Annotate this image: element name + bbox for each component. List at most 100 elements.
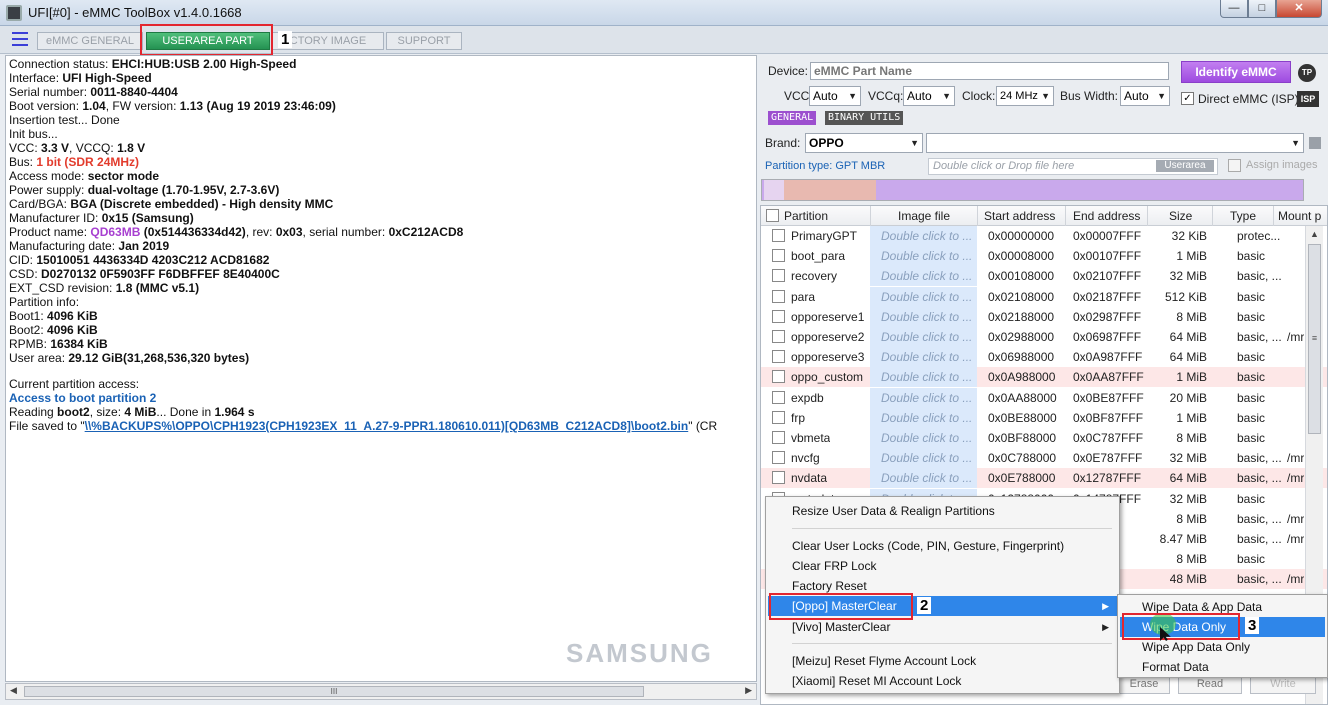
- model-select[interactable]: ▼: [926, 133, 1304, 153]
- close-button[interactable]: ✕: [1276, 0, 1322, 18]
- row-checkbox[interactable]: [772, 410, 785, 424]
- image-file-cell[interactable]: Double click to ...: [870, 407, 977, 428]
- menu-item-clear-user-locks[interactable]: Clear User Locks (Code, PIN, Gesture, Fi…: [768, 536, 1117, 556]
- type: basic, ...: [1237, 330, 1282, 344]
- image-file-cell[interactable]: Double click to ...: [870, 226, 977, 246]
- folder-icon[interactable]: [1309, 137, 1321, 149]
- image-file-cell[interactable]: Double click to ...: [870, 347, 977, 368]
- size: 32 KiB: [1171, 229, 1207, 243]
- mount-point: /mr: [1287, 451, 1305, 466]
- col-start-address[interactable]: Start address: [984, 209, 1055, 223]
- row-checkbox[interactable]: [772, 309, 785, 323]
- table-row[interactable]: oppo_custom Double click to ... 0x0A988000…: [761, 367, 1327, 388]
- menu-item-vivo-masterclear[interactable]: [Vivo] MasterClear ▶: [768, 617, 1117, 637]
- table-row[interactable]: opporeserve1 Double click to ... 0x0218800…: [761, 306, 1327, 327]
- row-checkbox[interactable]: [772, 249, 785, 263]
- table-row[interactable]: expdb Double click to ... 0x0AA88000 0x0BE8…: [761, 387, 1327, 408]
- row-checkbox[interactable]: [772, 471, 785, 485]
- scroll-up-icon[interactable]: ▲: [1310, 229, 1319, 239]
- start-address: 0x00108000: [988, 269, 1055, 284]
- table-row[interactable]: frp Double click to ... 0x0BE88000 0x0BF87F…: [761, 407, 1327, 428]
- table-row[interactable]: boot_para Double click to ... 0x00008000 0x…: [761, 246, 1327, 267]
- table-row[interactable]: nvcfg Double click to ... 0x0C788000 0x0E78…: [761, 448, 1327, 469]
- row-checkbox[interactable]: [772, 370, 785, 384]
- col-size[interactable]: Size: [1169, 209, 1192, 223]
- log-horizontal-scrollbar[interactable]: ◀ III ▶: [5, 683, 757, 700]
- select-all-checkbox[interactable]: [766, 209, 779, 222]
- clock-select[interactable]: 24 MHz ▼: [996, 86, 1054, 106]
- partition-name: recovery: [791, 269, 838, 284]
- row-checkbox[interactable]: [772, 350, 785, 364]
- type: basic: [1237, 249, 1266, 264]
- tab-emmc-general[interactable]: eMMC GENERAL: [37, 32, 143, 50]
- image-file-cell[interactable]: Double click to ...: [870, 428, 977, 448]
- chevron-down-icon: ▼: [910, 138, 919, 148]
- end-address: 0x06987FFF: [1073, 330, 1142, 344]
- menu-item-resize-userdata[interactable]: Resize User Data & Realign Partitions: [768, 501, 1117, 521]
- size: 64 MiB: [1169, 350, 1207, 365]
- isp-icon[interactable]: ISP: [1297, 91, 1319, 107]
- menu-item-wipe-app-data-only[interactable]: Wipe App Data Only: [1120, 637, 1325, 657]
- image-file-cell[interactable]: Double click to ...: [870, 266, 977, 287]
- hamburger-menu-icon[interactable]: [12, 32, 28, 46]
- col-partition[interactable]: Partition: [784, 209, 828, 223]
- scrollbar-thumb[interactable]: ≡: [1308, 244, 1321, 434]
- image-file-cell[interactable]: Double click to ...: [870, 327, 977, 347]
- row-checkbox[interactable]: [772, 431, 785, 444]
- row-checkbox[interactable]: [772, 229, 785, 242]
- menu-item-xiaomi-reset[interactable]: [Xiaomi] Reset MI Account Lock: [768, 671, 1117, 691]
- table-row[interactable]: PrimaryGPT Double click to ... 0x00000000 0…: [761, 226, 1327, 246]
- scroll-right-icon[interactable]: ▶: [745, 685, 752, 696]
- col-mount-point[interactable]: Mount p: [1278, 209, 1321, 223]
- table-row[interactable]: nvdata Double click to ... 0x0E788000 0x127…: [761, 468, 1327, 489]
- start-address: 0x0C788000: [988, 451, 1057, 466]
- maximize-button[interactable]: □: [1248, 0, 1276, 18]
- row-checkbox[interactable]: [772, 330, 785, 343]
- table-row[interactable]: opporeserve2 Double click to ... 0x0298800…: [761, 327, 1327, 347]
- scrollbar-thumb[interactable]: III: [24, 686, 644, 697]
- tab-support[interactable]: SUPPORT: [386, 32, 462, 50]
- identify-emmc-button[interactable]: Identify eMMC: [1181, 61, 1291, 83]
- backup-file-link[interactable]: \\%BACKUPS%\OPPO\CPH1923(CPH1923EX_11_A.…: [85, 419, 689, 433]
- menu-item-meizu-reset[interactable]: [Meizu] Reset Flyme Account Lock: [768, 651, 1117, 671]
- log-line: CID: 15010051 4436334D 4203C212 ACD81682: [9, 253, 270, 267]
- image-file-cell[interactable]: Double click to ...: [870, 367, 977, 388]
- app-window: UFI[#0] - eMMC ToolBox v1.4.0.1668 — □ ✕…: [0, 0, 1328, 705]
- subtab-binary-utils[interactable]: BINARY UTILS: [825, 111, 904, 125]
- col-type[interactable]: Type: [1230, 209, 1256, 223]
- title-bar: UFI[#0] - eMMC ToolBox v1.4.0.1668 — □ ✕: [0, 0, 1328, 26]
- annotation-marker-2: 2: [917, 597, 932, 614]
- vcc-select[interactable]: Auto ▼: [809, 86, 861, 106]
- image-file-cell[interactable]: Double click to ...: [870, 306, 977, 327]
- row-checkbox[interactable]: [772, 390, 785, 404]
- brand-select[interactable]: OPPO ▼: [805, 133, 923, 153]
- menu-item-format-data[interactable]: Format Data: [1120, 657, 1325, 677]
- minimize-button[interactable]: —: [1220, 0, 1248, 18]
- table-row[interactable]: recovery Double click to ... 0x00108000 0x0…: [761, 266, 1327, 287]
- image-file-cell[interactable]: Double click to ...: [870, 286, 977, 307]
- log-line: CSD: D0270132 0F5903FF F6DBFFEF 8E40400C: [9, 267, 280, 281]
- subtab-general[interactable]: GENERAL: [768, 111, 817, 125]
- table-row[interactable]: para Double click to ... 0x02108000 0x02187…: [761, 286, 1327, 307]
- vccq-select[interactable]: Auto ▼: [903, 86, 955, 106]
- scroll-left-icon[interactable]: ◀: [10, 685, 17, 696]
- menu-item-clear-frp-lock[interactable]: Clear FRP Lock: [768, 556, 1117, 576]
- table-row[interactable]: vbmeta Double click to ... 0x0BF88000 0x0C7…: [761, 428, 1327, 448]
- image-file-cell[interactable]: Double click to ...: [870, 246, 977, 267]
- bus-width-select[interactable]: Auto ▼: [1120, 86, 1170, 106]
- table-row[interactable]: opporeserve3 Double click to ... 0x0698800…: [761, 347, 1327, 368]
- testpoint-icon[interactable]: TP: [1298, 64, 1316, 82]
- row-checkbox[interactable]: [772, 451, 785, 465]
- col-end-address[interactable]: End address: [1073, 209, 1140, 223]
- device-name-field[interactable]: eMMC Part Name: [810, 62, 1169, 80]
- row-checkbox[interactable]: [772, 269, 785, 283]
- assign-images-checkbox[interactable]: [1228, 159, 1241, 172]
- col-image-file[interactable]: Image file: [898, 209, 950, 223]
- image-file-cell[interactable]: Double click to ...: [870, 387, 977, 408]
- mount-point: /mr: [1287, 532, 1305, 546]
- image-file-cell[interactable]: Double click to ...: [870, 468, 977, 489]
- direct-emmc-checkbox[interactable]: ✓: [1181, 92, 1194, 105]
- image-file-cell[interactable]: Double click to ...: [870, 448, 977, 469]
- log-line: Partition info:: [9, 295, 80, 309]
- row-checkbox[interactable]: [772, 289, 785, 303]
